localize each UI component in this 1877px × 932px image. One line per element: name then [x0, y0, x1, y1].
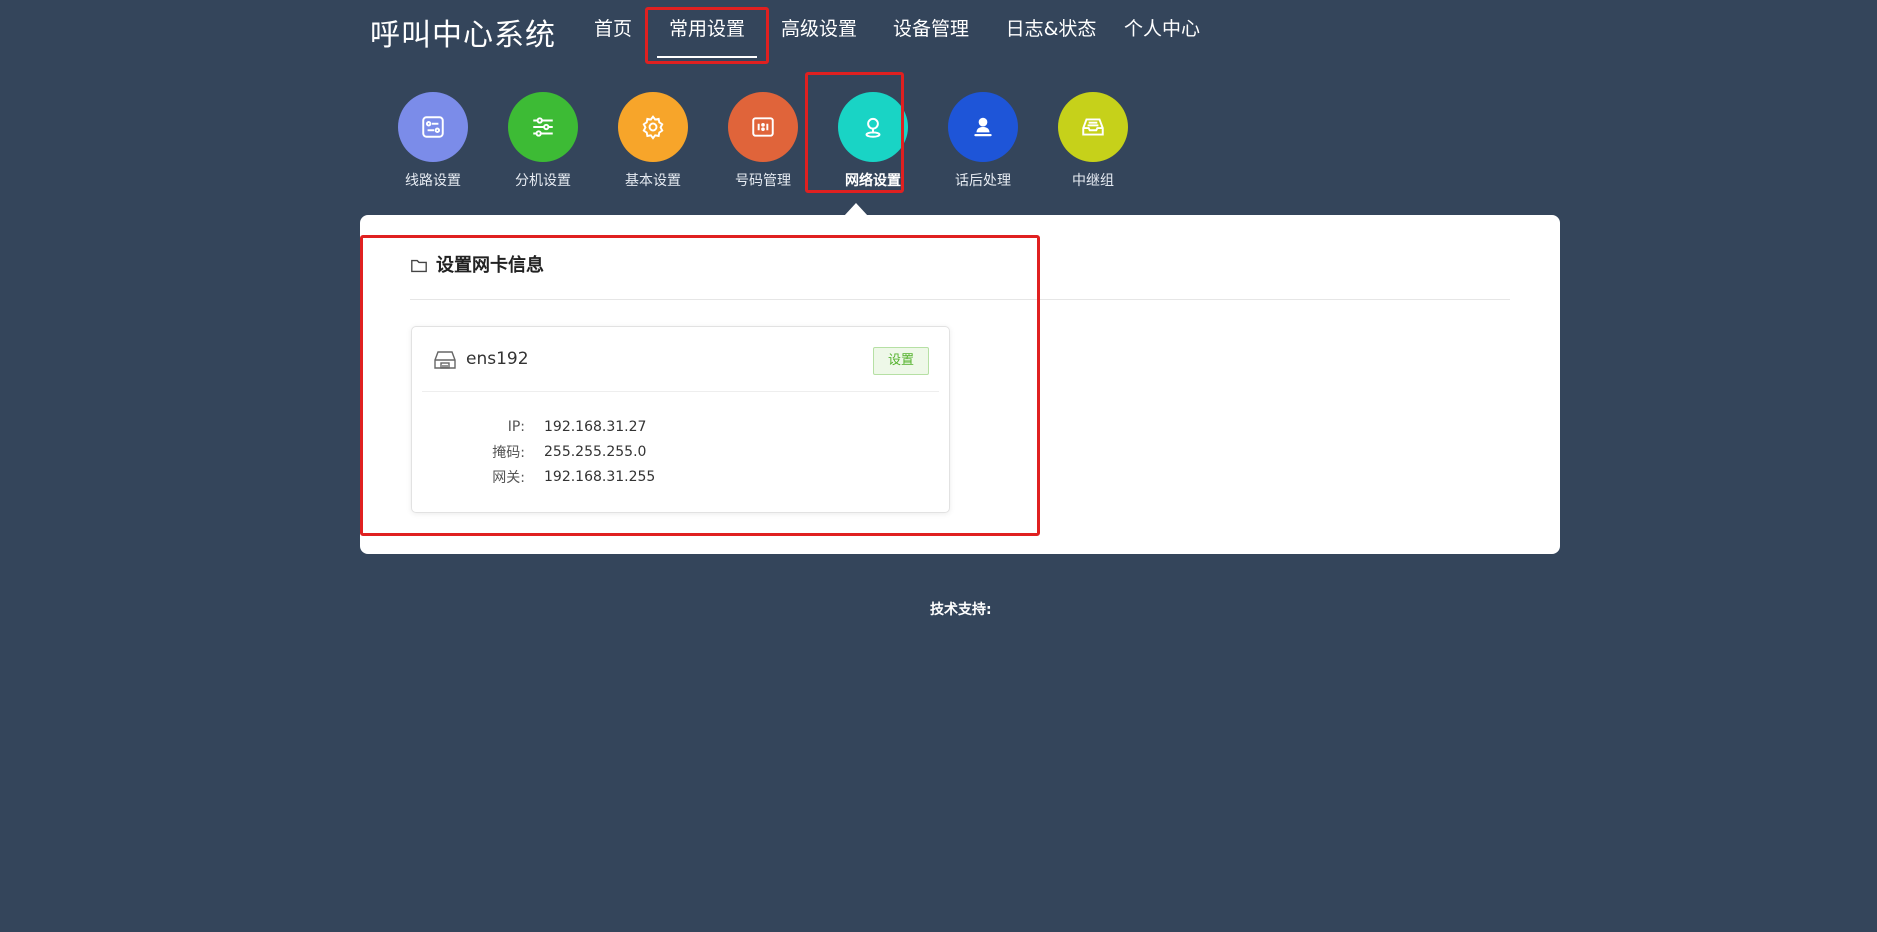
tool-number-management[interactable]: 号码管理 — [708, 92, 818, 190]
tool-label: 基本设置 — [625, 173, 681, 189]
route-settings-icon — [398, 92, 468, 162]
tool-after-call-processing[interactable]: 话后处理 — [928, 92, 1038, 190]
nic-mask-row: 掩码: 255.255.255.0 — [412, 439, 949, 464]
user-stamp-icon — [948, 92, 1018, 162]
tool-label: 分机设置 — [515, 173, 571, 189]
field-label: 网关: — [492, 469, 525, 486]
nav-logs-status[interactable]: 日志&状态 — [987, 0, 1115, 62]
tool-basic-settings[interactable]: 基本设置 — [598, 92, 708, 190]
footer-tech-support: 技术支持: — [930, 602, 992, 618]
settings-tool-row: 线路设置 分机设置 基本设置 号码管理 网络设置 话后处理 中继组 — [378, 92, 1148, 190]
nic-ip-row: IP: 192.168.31.27 — [412, 414, 949, 439]
mask-value: 255.255.255.0 — [544, 443, 647, 460]
tool-label: 中继组 — [1072, 173, 1114, 189]
nav-home[interactable]: 首页 — [575, 0, 651, 62]
field-label: 掩码: — [492, 444, 525, 461]
tool-trunk-group[interactable]: 中继组 — [1038, 92, 1148, 190]
gateway-value: 192.168.31.255 — [544, 468, 656, 485]
tool-label: 网络设置 — [845, 173, 901, 189]
tool-label: 号码管理 — [735, 173, 791, 189]
tool-label: 话后处理 — [955, 173, 1011, 189]
network-card-panel: 设置网卡信息 ens192 设置 IP: 192.168.31.27 掩码: 2… — [360, 215, 1560, 554]
nav-device-management[interactable]: 设备管理 — [875, 0, 987, 62]
gear-icon — [618, 92, 688, 162]
tool-label: 线路设置 — [405, 173, 461, 189]
panel-header: 设置网卡信息 — [410, 255, 1510, 300]
tool-extension-settings[interactable]: 分机设置 — [488, 92, 598, 190]
app-title: 呼叫中心系统 — [370, 18, 556, 53]
nic-card-header: ens192 设置 — [422, 327, 939, 392]
nic-settings-button[interactable]: 设置 — [873, 347, 929, 375]
nic-gateway-row: 网关: 192.168.31.255 — [412, 464, 949, 489]
top-nav: 首页 常用设置 高级设置 设备管理 日志&状态 个人中心 — [575, 0, 1209, 62]
panel-title: 设置网卡信息 — [436, 255, 544, 276]
ip-value: 192.168.31.27 — [544, 418, 647, 435]
number-card-icon — [728, 92, 798, 162]
field-label: IP: — [507, 418, 525, 435]
nic-details: IP: 192.168.31.27 掩码: 255.255.255.0 网关: … — [412, 414, 949, 489]
nav-common-settings[interactable]: 常用设置 — [651, 0, 763, 62]
location-pin-icon — [838, 92, 908, 162]
nic-name: ens192 — [466, 349, 529, 369]
folder-icon — [411, 259, 427, 273]
nic-card: ens192 设置 IP: 192.168.31.27 掩码: 255.255.… — [411, 326, 950, 513]
tool-route-settings[interactable]: 线路设置 — [378, 92, 488, 190]
nav-personal-center[interactable]: 个人中心 — [1115, 0, 1209, 62]
inbox-tray-icon — [1058, 92, 1128, 162]
network-adapter-icon — [434, 351, 456, 369]
nav-advanced-settings[interactable]: 高级设置 — [763, 0, 875, 62]
tool-network-settings[interactable]: 网络设置 — [818, 92, 928, 190]
sliders-icon — [508, 92, 578, 162]
